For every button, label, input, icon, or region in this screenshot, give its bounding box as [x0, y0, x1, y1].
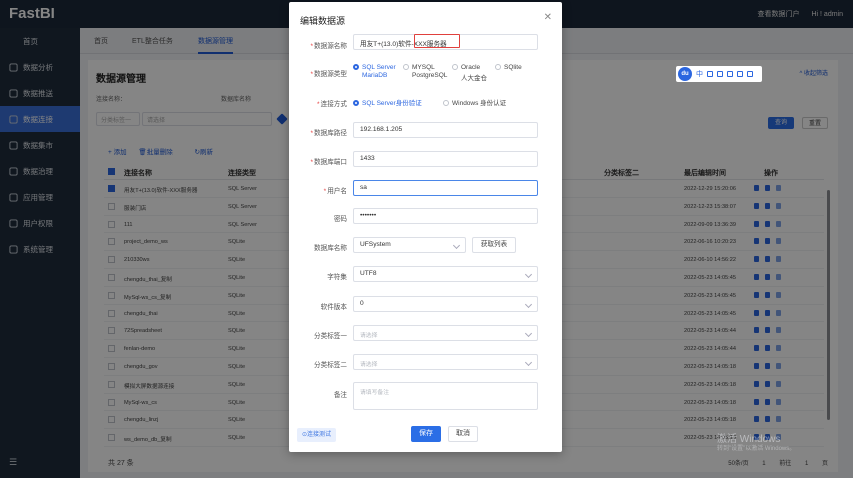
- type-mysql-label: MYSQL: [412, 64, 435, 71]
- password-label: 密码: [333, 216, 347, 223]
- ime-toolbox-icon[interactable]: [717, 71, 723, 77]
- chevron-down-icon: [524, 329, 533, 338]
- remark-textarea[interactable]: 请填写备注: [353, 382, 538, 410]
- username-input[interactable]: sa: [353, 180, 538, 196]
- auth-radio-windows[interactable]: Windows 身份认证: [443, 97, 506, 107]
- highlight-box: [414, 34, 460, 48]
- radio-dot-icon: [353, 100, 359, 106]
- type-mariadb-label[interactable]: MariaDB: [362, 72, 387, 79]
- charset-select[interactable]: UTF8: [353, 266, 538, 282]
- auth-windows-label: Windows 身份认证: [452, 100, 507, 107]
- dialog-title: 编辑数据源: [300, 16, 346, 26]
- ime-lang-toggle[interactable]: 中: [696, 69, 703, 79]
- db-path-input[interactable]: 192.168.1.205: [353, 122, 538, 138]
- port-label-text: 数据库端口: [314, 159, 347, 166]
- type-radio-oracle[interactable]: Oracle 人大金仓: [452, 64, 487, 82]
- radio-dot-icon: [403, 64, 409, 70]
- tag1-placeholder: 请选择: [360, 333, 378, 339]
- radio-dot-icon: [452, 64, 458, 70]
- dbname-label: 数据库名称: [314, 245, 347, 252]
- type-label: *数据源类型: [310, 71, 347, 78]
- path-label-text: 数据库路径: [314, 130, 347, 137]
- auth-label: *连接方式: [317, 101, 347, 108]
- type-kingbase-label[interactable]: 人大金仓: [461, 72, 487, 82]
- radio-dot-icon: [353, 64, 359, 70]
- connection-test-button[interactable]: ⊙连接测试: [297, 428, 337, 442]
- version-value: 0: [360, 300, 364, 307]
- remark-label: 备注: [333, 392, 347, 399]
- windows-watermark-sub: 转到"设置"以激活 Windows。: [717, 446, 796, 452]
- name-label-text: 数据源名称: [314, 43, 347, 50]
- type-label-text: 数据源类型: [314, 71, 347, 78]
- db-port-input[interactable]: 1433: [353, 151, 538, 167]
- type-radio-sqlite[interactable]: SQlite: [495, 64, 522, 71]
- type-postgresql-label[interactable]: PostgreSQL: [412, 72, 447, 79]
- ime-user-icon[interactable]: [737, 71, 743, 77]
- type-sqlserver-label: SQL Server: [362, 64, 396, 71]
- tag2-select[interactable]: 请选择: [353, 354, 538, 370]
- user-label-text: 用户名: [327, 188, 347, 195]
- password-input[interactable]: •••••••: [353, 208, 538, 224]
- charset-label: 字符集: [327, 274, 347, 281]
- auth-label-text: 连接方式: [320, 101, 347, 108]
- type-radio-mysql[interactable]: MYSQL PostgreSQL: [403, 64, 447, 79]
- auth-radio-sqlserver[interactable]: SQL Server身份验证: [353, 97, 422, 107]
- tag1-select[interactable]: 请选择: [353, 325, 538, 341]
- ime-grid-icon[interactable]: [747, 71, 753, 77]
- dbname-select[interactable]: UFSystem: [353, 237, 466, 253]
- radio-dot-icon: [443, 100, 449, 106]
- type-radio-sqlserver[interactable]: SQL Server MariaDB: [353, 64, 396, 79]
- port-label: *数据库端口: [310, 159, 347, 166]
- app-root: FastBI 查看数据门户 Hi ! admin 首页 数据分析 数据推送 数据连接数…: [0, 0, 853, 478]
- ime-punct-icon[interactable]: [707, 71, 713, 77]
- auth-sqlserver-label: SQL Server身份验证: [362, 100, 422, 107]
- charset-value: UTF8: [360, 270, 377, 277]
- dbname-value: UFSystem: [360, 241, 391, 248]
- user-label: *用户名: [323, 188, 347, 195]
- chevron-down-icon: [524, 270, 533, 279]
- fetch-list-button[interactable]: 获取列表: [472, 237, 516, 253]
- tag2-label: 分类标签二: [314, 362, 347, 369]
- edit-datasource-dialog: 编辑数据源 ✕ *数据源名称 用友T+(13.0)软件-XXX服务器 *数据源类…: [289, 2, 562, 452]
- type-oracle-label: Oracle: [461, 64, 481, 71]
- type-sqlite-label: SQlite: [504, 64, 522, 71]
- path-label: *数据库路径: [310, 130, 347, 137]
- save-button[interactable]: 保存: [411, 426, 441, 442]
- ime-skin-icon[interactable]: [727, 71, 733, 77]
- tag1-label: 分类标签一: [314, 333, 347, 340]
- name-label: *数据源名称: [310, 43, 347, 50]
- ime-logo[interactable]: du: [678, 67, 692, 81]
- chevron-down-icon: [524, 300, 533, 309]
- close-icon[interactable]: ✕: [544, 12, 552, 23]
- chevron-down-icon: [524, 358, 533, 367]
- version-label: 软件版本: [320, 304, 347, 311]
- ime-toolbar: du 中: [676, 66, 762, 82]
- radio-dot-icon: [495, 64, 501, 70]
- chevron-down-icon: [452, 241, 461, 250]
- version-select[interactable]: 0: [353, 296, 538, 312]
- tag2-placeholder: 请选择: [360, 362, 378, 368]
- cancel-button[interactable]: 取消: [448, 426, 478, 442]
